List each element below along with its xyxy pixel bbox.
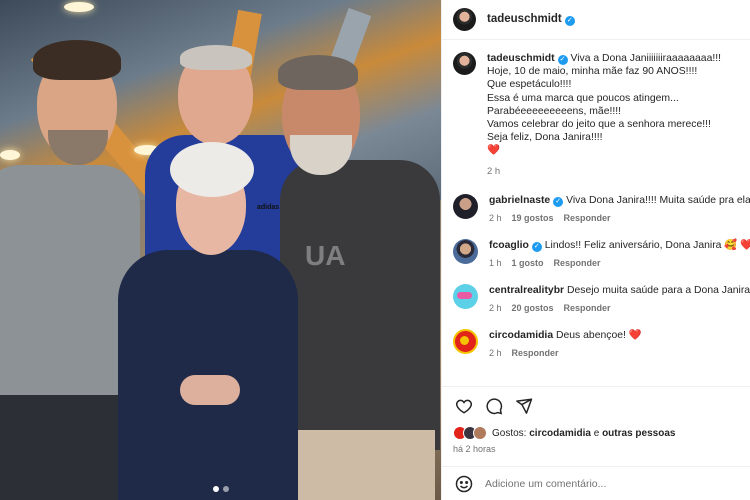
comment-likes[interactable]: 20 gostos bbox=[512, 303, 554, 313]
comment-time[interactable]: 2 h bbox=[489, 213, 502, 223]
likes-summary: Gostos: circodamidia e outras pessoas bbox=[442, 424, 750, 442]
author-username[interactable]: tadeuschmidt ✓ bbox=[487, 13, 575, 26]
likes-first-user[interactable]: circodamidia bbox=[529, 428, 591, 439]
post-photo[interactable]: adidas UA bbox=[0, 0, 441, 500]
caption-line: ❤️ bbox=[487, 145, 500, 157]
instagram-post: adidas UA tadeuschmidt ✓ tadeuschmidt ✓ … bbox=[0, 0, 750, 500]
carousel-dot[interactable] bbox=[212, 486, 219, 492]
verified-badge-icon: ✓ bbox=[557, 55, 568, 65]
reply-button[interactable]: Responder bbox=[564, 303, 611, 313]
ceiling-lamp bbox=[0, 150, 20, 160]
comment-likes[interactable]: 1 gosto bbox=[512, 258, 544, 268]
likes-others[interactable]: outras pessoas bbox=[602, 428, 675, 439]
caption-line: Viva a Dona Janiiiiiiiraaaaaaaa!!! bbox=[570, 53, 722, 64]
caption-author-avatar[interactable] bbox=[453, 52, 476, 75]
comment-time[interactable]: 1 h bbox=[489, 258, 502, 268]
add-comment-input[interactable] bbox=[485, 477, 725, 490]
comment-time[interactable]: 2 h bbox=[489, 303, 502, 313]
caption-line: Hoje, 10 de maio, minha mãe faz 90 ANOS!… bbox=[487, 66, 698, 78]
comment-username[interactable]: gabrielnaste bbox=[489, 195, 550, 206]
carousel-dots[interactable] bbox=[212, 486, 229, 492]
comment-time[interactable]: 2 h bbox=[489, 348, 502, 358]
speech-bubble-icon[interactable] bbox=[484, 396, 503, 415]
comment-text: Deus abençoe! ❤️ bbox=[556, 329, 642, 341]
liker-avatar bbox=[473, 426, 487, 440]
comment-username[interactable]: fcoaglio bbox=[489, 240, 529, 251]
verified-badge-icon: ✓ bbox=[564, 16, 575, 26]
commenter-avatar[interactable] bbox=[453, 328, 478, 354]
comment-item: gabrielnaste ✓ Viva Dona Janira!!!! Muita… bbox=[453, 193, 750, 223]
caption-line: Seja feliz, Dona Janira!!!! bbox=[487, 132, 603, 144]
commenter-avatar[interactable] bbox=[453, 283, 478, 309]
caption-line: Parabéeeeeeeeeens, mãe!!!! bbox=[487, 105, 622, 117]
caption-line: Que espetáculo!!!! bbox=[487, 79, 572, 91]
caption-line: Essa é uma marca que poucos atingem... bbox=[487, 92, 679, 104]
post-caption: tadeuschmidt ✓ Viva a Dona Janiiiiiiiraaa… bbox=[453, 52, 750, 178]
post-actions bbox=[442, 386, 750, 424]
jacket-logo: adidas bbox=[257, 204, 280, 211]
paper-plane-icon[interactable] bbox=[514, 396, 533, 415]
smiley-icon[interactable] bbox=[454, 474, 473, 493]
heart-outline-icon[interactable] bbox=[454, 396, 473, 415]
reply-button[interactable]: Responder bbox=[564, 213, 611, 223]
comment-text: Lindos!! Feliz aniversário, Dona Janira … bbox=[544, 239, 750, 251]
likes-conj: e bbox=[593, 427, 600, 439]
commenter-avatar[interactable] bbox=[453, 238, 478, 264]
comment-username[interactable]: centralrealitybr bbox=[489, 285, 564, 296]
caption-line: Vamos celebrar do jeito que a senhora me… bbox=[487, 119, 711, 131]
author-avatar[interactable] bbox=[453, 8, 476, 31]
post-header: tadeuschmidt ✓ bbox=[442, 0, 750, 40]
comment-text: Desejo muita saúde para a Dona Janira! bbox=[566, 284, 750, 296]
caption-time[interactable]: 2 h bbox=[487, 165, 749, 178]
tshirt-print: UA bbox=[305, 240, 346, 271]
add-comment-bar bbox=[442, 466, 750, 500]
caption-username[interactable]: tadeuschmidt bbox=[487, 53, 555, 64]
verified-badge-icon: ✓ bbox=[553, 196, 564, 207]
commenter-avatar[interactable] bbox=[453, 193, 478, 219]
ceiling-lamp bbox=[64, 2, 94, 12]
reply-button[interactable]: Responder bbox=[554, 258, 601, 268]
liker-avatars[interactable] bbox=[453, 426, 487, 440]
comments-list[interactable]: tadeuschmidt ✓ Viva a Dona Janiiiiiiiraaa… bbox=[442, 40, 750, 386]
comment-text: Viva Dona Janira!!!! Muita saúde pra ela… bbox=[566, 194, 750, 206]
comment-item: centralrealitybr Desejo muita saúde para… bbox=[453, 283, 750, 313]
verified-badge-icon: ✓ bbox=[531, 241, 542, 252]
carousel-dot[interactable] bbox=[222, 486, 229, 492]
likes-prefix: Gostos: bbox=[492, 427, 527, 439]
comment-item: circodamidia Deus abençoe! ❤️ 2 h Respond… bbox=[453, 328, 743, 358]
posted-ago[interactable]: há 2 horas bbox=[442, 444, 750, 458]
comment-item: fcoaglio ✓ Lindos!! Feliz aniversário, Do… bbox=[453, 238, 750, 268]
reply-button[interactable]: Responder bbox=[512, 348, 559, 358]
post-side-panel: tadeuschmidt ✓ tadeuschmidt ✓ Viva a Dona … bbox=[441, 0, 750, 500]
comment-likes[interactable]: 19 gostos bbox=[512, 213, 554, 223]
comment-username[interactable]: circodamidia bbox=[489, 330, 553, 341]
